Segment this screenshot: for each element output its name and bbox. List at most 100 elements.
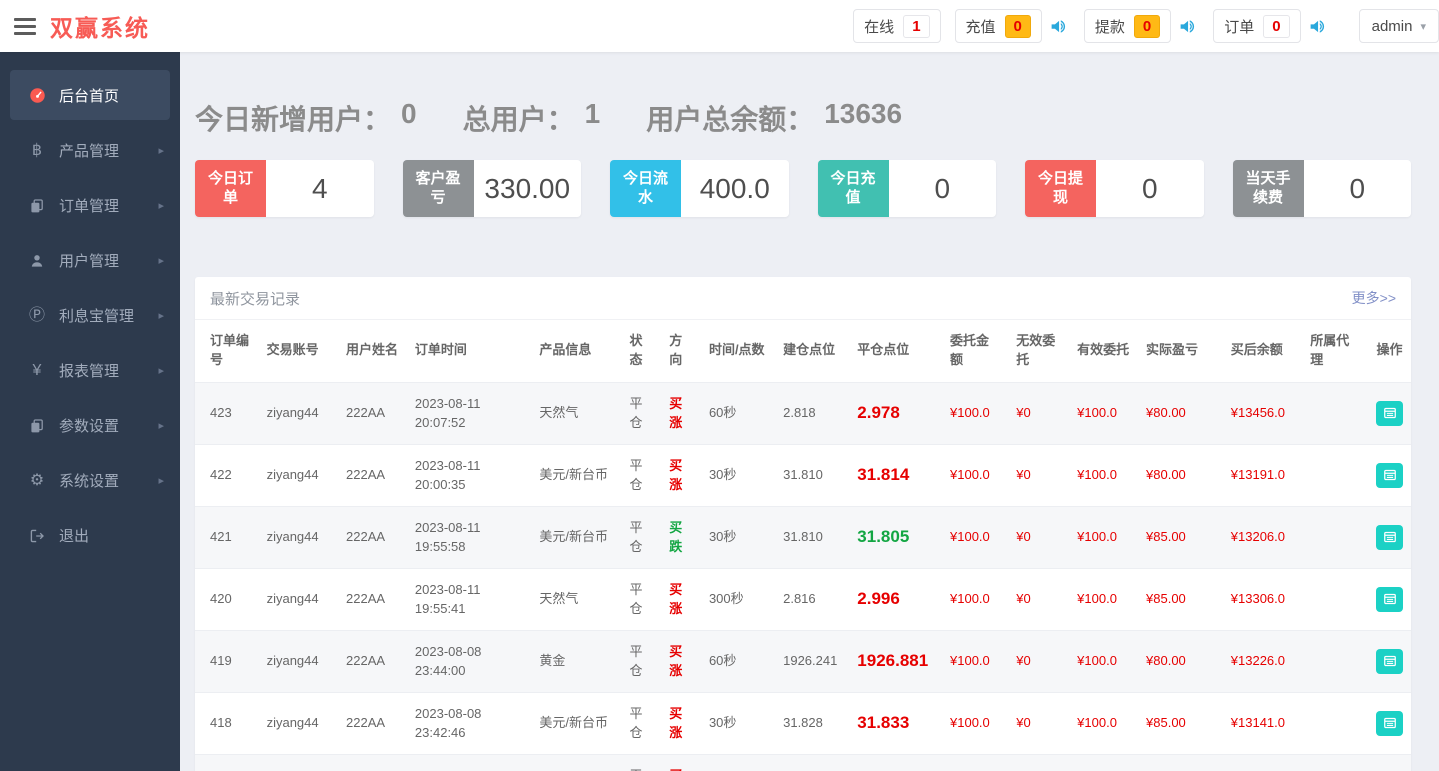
chevron-right-icon: ▸ <box>158 309 164 322</box>
header-stat-value: 1 <box>903 15 929 38</box>
cell-order-time: 2023-08-11 20:07:52 <box>407 382 532 444</box>
column-header: 建仓点位 <box>775 320 849 382</box>
table-row: 418ziyang44222AA2023-08-08 23:42:46美元/新台… <box>195 692 1411 754</box>
table-row: 420ziyang44222AA2023-08-11 19:55:41天然气平仓… <box>195 568 1411 630</box>
cell-duration: 300秒 <box>701 568 775 630</box>
header-stat-box[interactable]: 提款0 <box>1084 9 1171 43</box>
chevron-down-icon: ▾ <box>1420 20 1426 33</box>
cell-action <box>1368 568 1411 630</box>
sidebar-item-label: 用户管理 <box>59 250 119 271</box>
order-detail-button[interactable] <box>1376 401 1403 426</box>
header-stat-label: 在线 <box>864 16 894 37</box>
cell-agent <box>1302 444 1368 506</box>
cell-status: 平仓 <box>622 382 662 444</box>
header-stat-box[interactable]: 在线 1 <box>853 9 940 43</box>
sidebar-item[interactable]: ⚙系统设置▸ <box>0 453 180 508</box>
cell-close-point: 31.833 <box>849 692 942 754</box>
hamburger-menu-icon[interactable] <box>14 14 36 39</box>
overview-label: 用户总余额： <box>646 98 814 138</box>
chevron-right-icon: ▸ <box>158 474 164 487</box>
sidebar-item[interactable]: ฿产品管理▸ <box>0 123 180 178</box>
cell-action <box>1368 754 1411 771</box>
cell-open-point: 2.818 <box>775 382 849 444</box>
sidebar-item[interactable]: Ⓟ利息宝管理▸ <box>0 288 180 343</box>
sidebar-item[interactable]: 后台首页 <box>10 70 170 120</box>
header-stat-box[interactable]: 充值0 <box>955 9 1042 43</box>
sidebar-item[interactable]: 用户管理 ▸ <box>0 233 180 288</box>
cell-balance-after: ¥13206.0 <box>1223 506 1302 568</box>
more-link[interactable]: 更多>> <box>1352 288 1396 308</box>
cell-invalid-entrust: ¥0 <box>1008 382 1069 444</box>
speaker-icon[interactable] <box>1178 16 1199 37</box>
sidebar-item[interactable]: ¥报表管理▸ <box>0 343 180 398</box>
cell-balance-after: ¥13456.0 <box>1223 382 1302 444</box>
stat-card-label: 今日充值 <box>818 160 889 217</box>
table-header-row: 订单编号交易账号用户姓名订单时间产品信息状态方向时间/点数建仓点位平仓点位委托金… <box>195 320 1411 382</box>
column-header: 产品信息 <box>531 320 621 382</box>
column-header: 时间/点数 <box>701 320 775 382</box>
column-header: 委托金额 <box>942 320 1008 382</box>
overview-new-users: 今日新增用户： 0 <box>195 98 417 138</box>
cell-actual-pnl: ¥80.00 <box>1138 630 1223 692</box>
speaker-icon[interactable] <box>1308 16 1329 37</box>
order-detail-button[interactable] <box>1376 649 1403 674</box>
sidebar-item[interactable]: 退出 <box>0 508 180 563</box>
transactions-table: 订单编号交易账号用户姓名订单时间产品信息状态方向时间/点数建仓点位平仓点位委托金… <box>195 320 1411 771</box>
cell-close-point: 2.978 <box>849 382 942 444</box>
cell-product: 美元/新台币 <box>531 444 621 506</box>
sidebar-item-label: 系统设置 <box>59 470 119 491</box>
sidebar-item-label: 订单管理 <box>59 195 119 216</box>
sidebar-item-label: 利息宝管理 <box>59 305 134 326</box>
dashboard-icon <box>24 87 50 104</box>
app-logo: 双赢系统 <box>50 9 150 43</box>
overview-stats: 今日新增用户： 0 总用户： 1 用户总余额： 13636 <box>195 98 1411 138</box>
cell-direction: 买涨 <box>661 382 701 444</box>
cell-product: 黄金 <box>531 630 621 692</box>
user-menu[interactable]: admin ▾ <box>1359 9 1439 43</box>
cell-user-name: 222AA <box>338 754 407 771</box>
cell-open-point: 31.810 <box>775 506 849 568</box>
cell-valid-entrust: ¥100.0 <box>1069 568 1138 630</box>
sidebar-item-label: 报表管理 <box>59 360 119 381</box>
cell-account: ziyang44 <box>259 692 338 754</box>
overview-total-balance: 用户总余额： 13636 <box>646 98 902 138</box>
sidebar-item[interactable]: 订单管理▸ <box>0 178 180 233</box>
order-detail-button[interactable] <box>1376 525 1403 550</box>
header-stat-box[interactable]: 订单0 <box>1213 9 1300 43</box>
cell-valid-entrust: ¥500.0 <box>1069 754 1138 771</box>
cell-user-name: 222AA <box>338 568 407 630</box>
cell-duration: 30秒 <box>701 692 775 754</box>
cell-agent <box>1302 382 1368 444</box>
order-detail-button[interactable] <box>1376 587 1403 612</box>
order-detail-button[interactable] <box>1376 711 1403 736</box>
order-detail-button[interactable] <box>1376 463 1403 488</box>
sidebar-item[interactable]: 参数设置▸ <box>0 398 180 453</box>
stat-card-value: 0 <box>889 160 997 217</box>
speaker-icon[interactable] <box>1049 16 1070 37</box>
cell-entrust-amount: ¥500.0 <box>942 754 1008 771</box>
cell-valid-entrust: ¥100.0 <box>1069 630 1138 692</box>
cell-actual-pnl: ¥85.00 <box>1138 568 1223 630</box>
header-stat-value: 0 <box>1005 15 1031 38</box>
cell-status: 平仓 <box>622 444 662 506</box>
cell-direction: 买涨 <box>661 568 701 630</box>
header-stats: 在线 1 充值0 提款0 订单0 <box>839 9 1328 43</box>
chevron-right-icon: ▸ <box>158 254 164 267</box>
column-header: 操作 <box>1368 320 1411 382</box>
stat-card-label: 客户盈亏 <box>403 160 474 217</box>
cell-status: 平仓 <box>622 754 662 771</box>
cell-duration: 60秒 <box>701 382 775 444</box>
cell-duration: 30秒 <box>701 444 775 506</box>
cell-user-name: 222AA <box>338 444 407 506</box>
cell-balance-after: ¥13191.0 <box>1223 444 1302 506</box>
cell-order-time: 2023-08-03 18:02:55 <box>407 754 532 771</box>
stat-card: 今日充值0 <box>818 160 997 217</box>
cell-invalid-entrust: ¥0 <box>1008 444 1069 506</box>
cell-agent <box>1302 754 1368 771</box>
sidebar-item-label: 产品管理 <box>59 140 119 161</box>
stat-card-label: 当天手续费 <box>1233 160 1304 217</box>
cell-balance-after: ¥13141.0 <box>1223 692 1302 754</box>
cell-product: 美元/新台币 <box>531 692 621 754</box>
cell-close-point: 31.630 <box>849 754 942 771</box>
cell-order-time: 2023-08-08 23:42:46 <box>407 692 532 754</box>
